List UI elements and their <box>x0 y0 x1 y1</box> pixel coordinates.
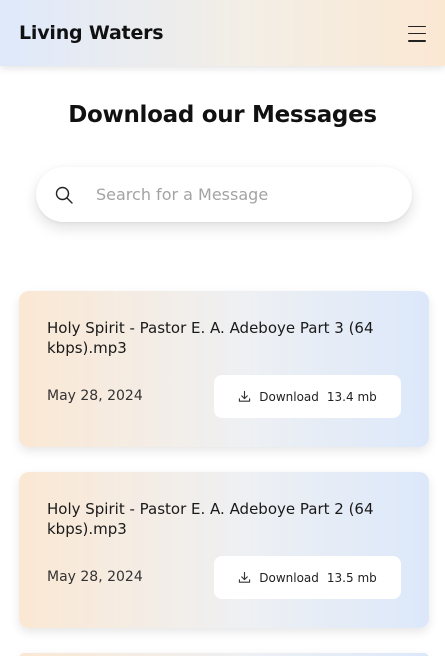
download-icon <box>239 571 251 583</box>
menu-bar-line <box>408 39 426 42</box>
download-icon <box>239 390 251 402</box>
message-title: Holy Spirit - Pastor E. A. Adeboye Part … <box>47 319 374 357</box>
search-icon[interactable] <box>54 185 74 205</box>
download-button[interactable]: Download 13.5 mb <box>214 556 401 599</box>
search-input[interactable] <box>96 167 396 222</box>
search-bar[interactable] <box>36 167 412 222</box>
page-title: Download our Messages <box>68 102 377 128</box>
download-label: Download <box>259 389 319 404</box>
file-size: 13.4 mb <box>326 389 377 404</box>
brand-logo-text[interactable]: Living Waters <box>19 22 164 44</box>
download-label: Download <box>259 570 319 585</box>
download-button[interactable]: Download 13.4 mb <box>214 375 401 418</box>
top-navbar: Living Waters <box>0 0 445 66</box>
message-card: Holy Spirit - Pastor E. A. Adeboye Part … <box>19 472 429 628</box>
message-date: May 28, 2024 <box>47 569 143 585</box>
file-size: 13.5 mb <box>326 570 377 585</box>
menu-bar-line <box>408 25 426 28</box>
message-date: May 28, 2024 <box>47 388 143 404</box>
message-card: Holy Spirit - Pastor E. A. Adeboye Part … <box>19 291 429 447</box>
message-title: Holy Spirit - Pastor E. A. Adeboye Part … <box>47 500 374 538</box>
menu-bar-line <box>408 32 426 35</box>
hamburger-menu-icon[interactable] <box>408 25 426 42</box>
